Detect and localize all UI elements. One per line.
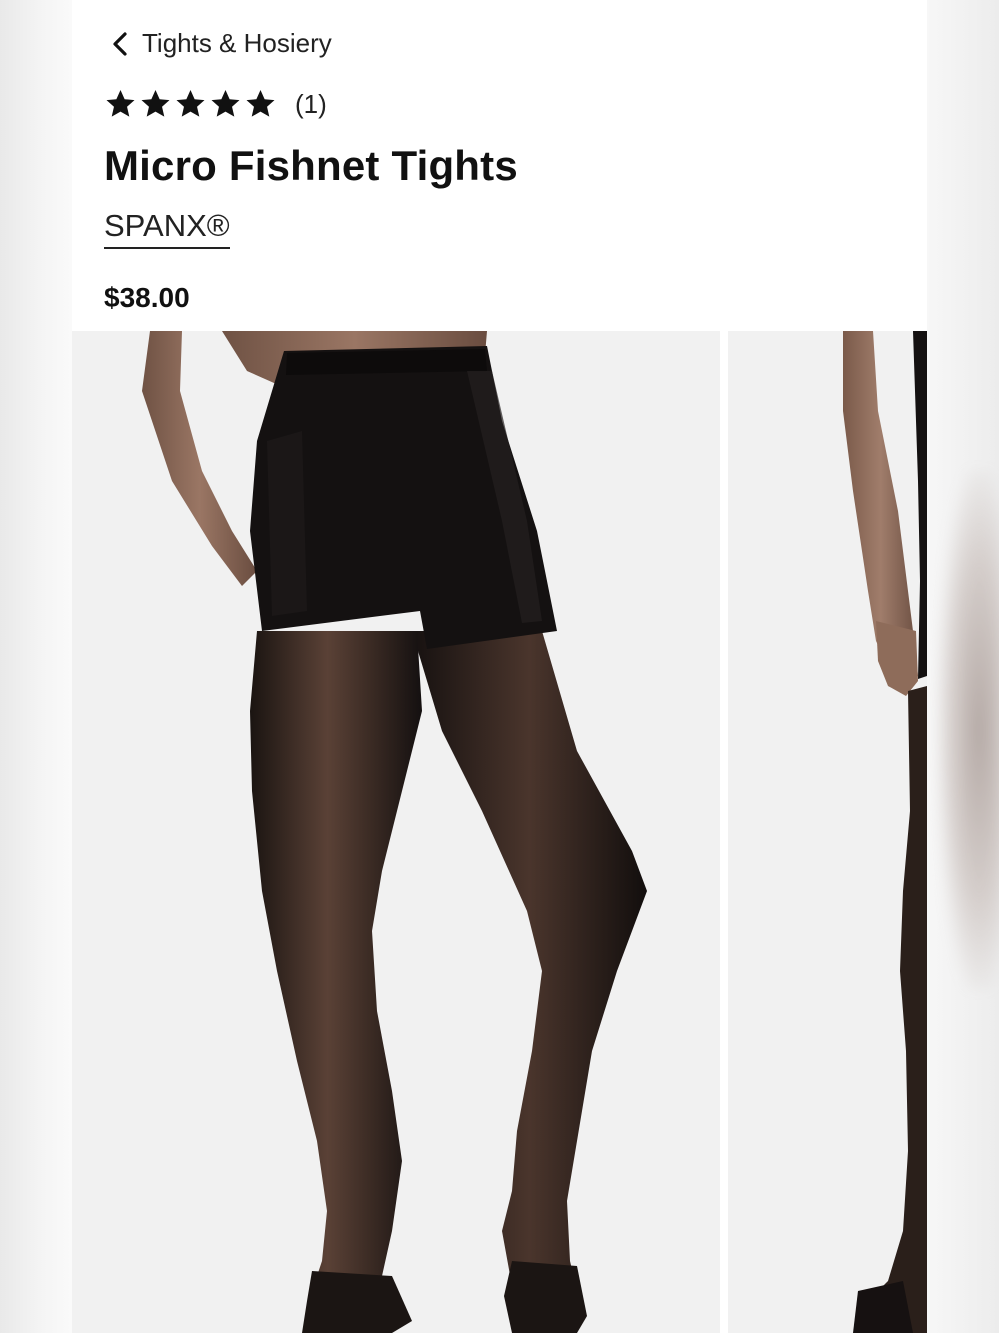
left-blur-margin	[0, 0, 72, 1333]
star-icon	[176, 90, 205, 117]
star-rating	[104, 88, 277, 120]
product-page: Tights & Hosiery (1) Micro Fishnet Tight…	[72, 0, 927, 1333]
brand-link[interactable]: SPANX®	[104, 206, 230, 249]
star-icon	[211, 90, 240, 117]
model-wearing-tights-image	[72, 331, 720, 1333]
rating[interactable]: (1)	[104, 88, 327, 120]
product-title: Micro Fishnet Tights	[104, 142, 518, 189]
star-icon	[141, 90, 170, 117]
right-blur-margin	[927, 0, 999, 1333]
product-image-secondary[interactable]	[728, 331, 927, 1333]
breadcrumb-label: Tights & Hosiery	[142, 28, 332, 58]
breadcrumb-back-link[interactable]: Tights & Hosiery	[112, 28, 332, 59]
star-icon	[246, 90, 275, 117]
model-side-view-image	[728, 331, 927, 1333]
product-image-main[interactable]	[72, 331, 720, 1333]
chevron-left-icon	[112, 31, 128, 57]
product-image-gallery[interactable]	[72, 331, 927, 1333]
product-price: $38.00	[104, 282, 190, 313]
star-icon	[106, 90, 135, 117]
review-count: (1)	[295, 88, 327, 119]
